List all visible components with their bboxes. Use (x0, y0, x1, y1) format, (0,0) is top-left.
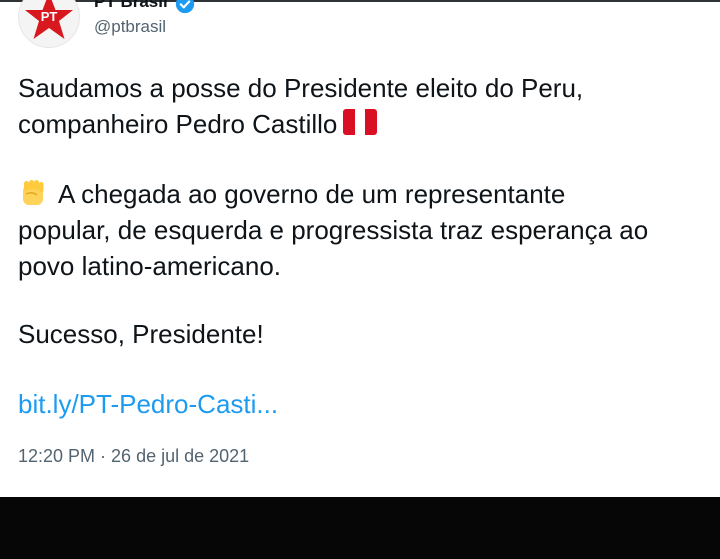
peru-flag-icon (343, 109, 379, 135)
tweet-text-line-with-fist: A chegada ao governo de um representante (18, 176, 565, 212)
tweet-text-line: popular, de esquerda e progressista traz… (18, 215, 649, 245)
tweet-link[interactable]: bit.ly/PT-Pedro-Casti... (18, 386, 278, 422)
tweet-card: PT PT Brasil @ptbrasil Saudamos a posse … (0, 0, 720, 497)
tweet-text-line: Sucesso, Presidente! (18, 319, 264, 349)
tweet-text-line: povo latino-americano. (18, 251, 282, 281)
tweet-text-line: Saudamos a posse do Presidente eleito do… (18, 73, 584, 103)
tweet-timestamp[interactable]: 12:20 PM · 26 de jul de 2021 (18, 446, 249, 467)
tweet-text-line: companheiro Pedro Castillo (18, 109, 338, 139)
display-name[interactable]: PT Brasil (94, 0, 168, 12)
user-handle[interactable]: @ptbrasil (94, 17, 166, 37)
pt-star-logo-icon: PT (25, 0, 73, 39)
raised-fist-icon (23, 180, 44, 205)
avatar[interactable]: PT (18, 0, 80, 48)
bottom-black-bar (0, 497, 720, 559)
tweet-text-line-with-flag: companheiro Pedro Castillo (18, 106, 379, 142)
tweet-text-line: A chegada ao governo de um representante (58, 179, 566, 209)
verified-badge-icon (175, 0, 195, 14)
avatar-text: PT (41, 9, 58, 24)
